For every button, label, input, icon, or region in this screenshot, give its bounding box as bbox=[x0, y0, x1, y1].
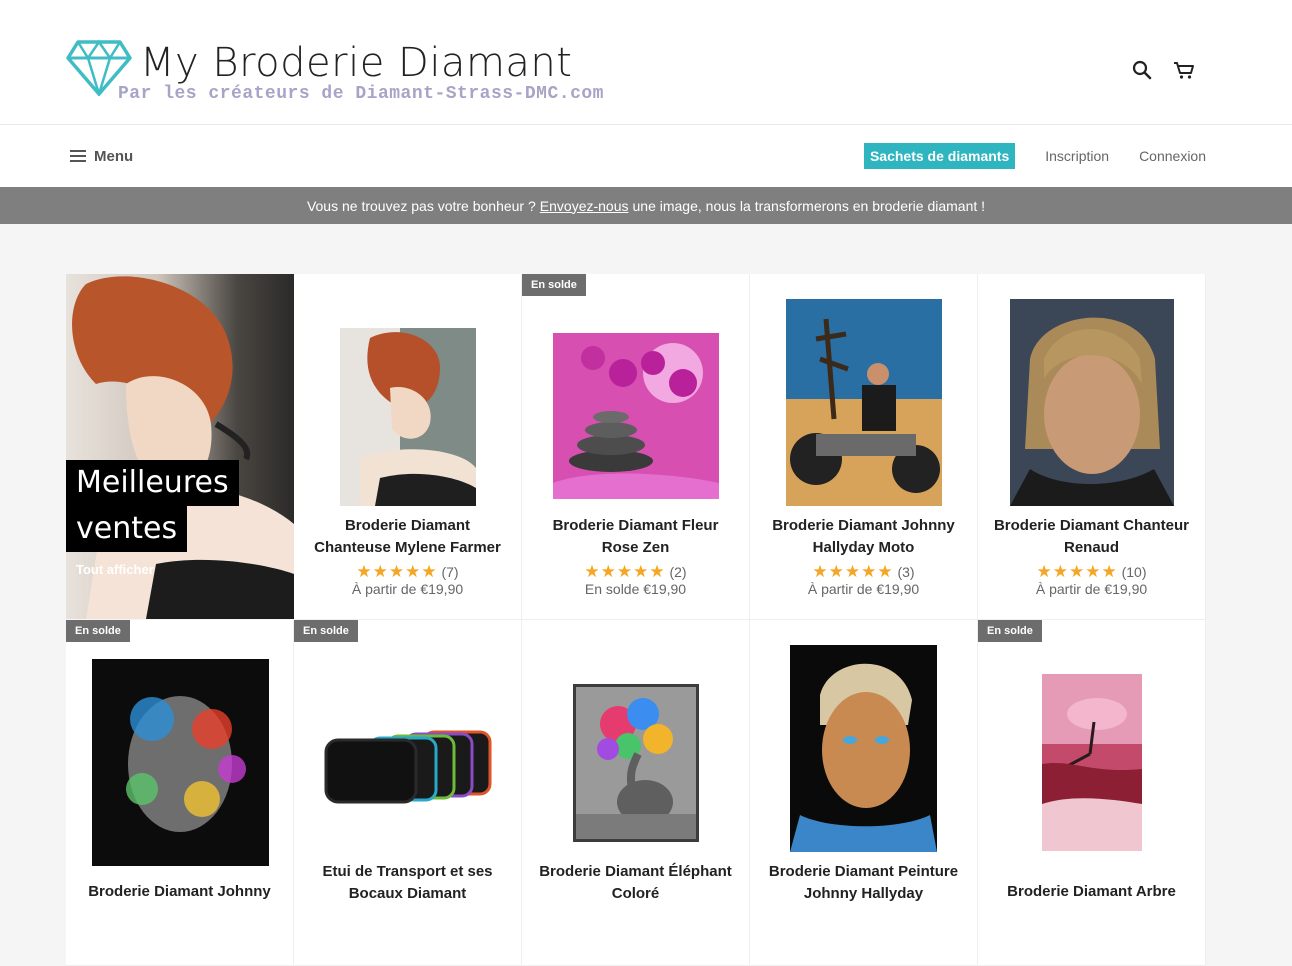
sale-badge: En solde bbox=[522, 274, 586, 296]
star-rating-icon: ★★★★★ bbox=[812, 562, 894, 581]
site-header: My Broderie Diamant Par les créateurs de… bbox=[0, 0, 1292, 125]
nav-links: Sachets de diamants Inscription Connexio… bbox=[863, 143, 1206, 169]
hamburger-icon bbox=[70, 150, 86, 162]
product-title-line1: Broderie Diamant Fleur bbox=[552, 517, 719, 534]
product-image bbox=[92, 659, 269, 866]
product-title-line1: Broderie Diamant bbox=[344, 517, 471, 534]
product-card-mylene[interactable]: Broderie Diamant Chanteuse Mylene Farmer… bbox=[294, 274, 522, 620]
product-image bbox=[324, 730, 492, 804]
product-title-line1: Broderie Diamant Johnny bbox=[88, 883, 271, 900]
product-price: À partir de €19,90 bbox=[1035, 581, 1148, 597]
review-count: (2) bbox=[669, 564, 687, 580]
product-title: Broderie Diamant Chanteur Renaud bbox=[986, 515, 1197, 559]
announcement-text-before: Vous ne trouvez pas votre bonheur ? bbox=[306, 197, 536, 214]
star-rating-icon: ★★★★★ bbox=[1036, 562, 1118, 581]
product-title-line1: Etui de Transport et ses bbox=[322, 863, 493, 880]
product-title-line2: Coloré bbox=[611, 885, 660, 902]
product-image bbox=[1042, 674, 1142, 851]
product-image bbox=[553, 333, 719, 499]
featured-collection[interactable]: Meilleures ventes Tout afficher bbox=[66, 274, 294, 619]
announcement-link[interactable]: Envoyez-nous bbox=[540, 198, 629, 214]
featured-title: Meilleures ventes bbox=[66, 460, 239, 552]
product-image bbox=[1010, 299, 1174, 506]
product-title-line2: Renaud bbox=[1063, 539, 1119, 556]
product-title: Broderie Diamant Fleur Rose Zen bbox=[530, 515, 741, 559]
product-card-etui[interactable]: En solde Etui de Transport et ses Bocaux… bbox=[294, 620, 522, 966]
product-title-line2: Johnny Hallyday bbox=[803, 885, 924, 902]
product-card-renaud[interactable]: Broderie Diamant Chanteur Renaud ★★★★★ (… bbox=[978, 274, 1206, 620]
view-all-link[interactable]: Tout afficher bbox=[76, 562, 154, 577]
product-image bbox=[790, 645, 937, 852]
site-logo[interactable]: My Broderie Diamant Par les créateurs de… bbox=[66, 38, 603, 110]
product-title: Broderie Diamant Johnny Hallyday Moto bbox=[758, 515, 969, 559]
logo-title: My Broderie Diamant bbox=[140, 40, 573, 86]
product-card-johnny-peinture[interactable]: Broderie Diamant Peinture Johnny Hallyda… bbox=[750, 620, 978, 966]
star-rating-icon: ★★★★★ bbox=[584, 562, 666, 581]
nav-link-sachets[interactable]: Sachets de diamants bbox=[863, 143, 1016, 169]
product-title: Broderie Diamant Arbre bbox=[986, 881, 1197, 903]
product-image bbox=[573, 684, 699, 842]
menu-button[interactable]: Menu bbox=[70, 145, 133, 167]
review-count: (3) bbox=[897, 564, 915, 580]
sale-badge: En solde bbox=[294, 620, 358, 642]
product-title-line2: Bocaux Diamant bbox=[348, 885, 467, 902]
sale-badge: En solde bbox=[978, 620, 1042, 642]
product-image bbox=[340, 328, 476, 506]
announcement-text-after: une image, nous la transformerons en bro… bbox=[632, 197, 986, 214]
product-title: Broderie Diamant Johnny bbox=[74, 881, 285, 903]
product-card-arbre[interactable]: En solde Broderie Diamant Arbre bbox=[978, 620, 1206, 966]
product-title: Broderie Diamant Chanteuse Mylene Farmer bbox=[302, 515, 513, 559]
featured-title-line1: Meilleures bbox=[66, 460, 239, 506]
cart-icon[interactable] bbox=[1172, 58, 1196, 82]
product-price: À partir de €19,90 bbox=[807, 581, 920, 597]
product-title-line1: Broderie Diamant Peinture bbox=[768, 863, 959, 880]
review-count: (7) bbox=[441, 564, 459, 580]
product-title: Broderie Diamant Éléphant Coloré bbox=[530, 861, 741, 905]
product-title-line2: Chanteuse Mylene Farmer bbox=[314, 539, 501, 556]
product-title-line1: Broderie Diamant Chanteur bbox=[993, 517, 1190, 534]
product-rating: ★★★★★ (2) bbox=[522, 562, 749, 582]
announcement-bar: Vous ne trouvez pas votre bonheur ? Envo… bbox=[0, 187, 1292, 224]
star-rating-icon: ★★★★★ bbox=[356, 562, 438, 581]
product-rating: ★★★★★ (7) bbox=[294, 562, 521, 582]
search-icon[interactable] bbox=[1130, 58, 1154, 82]
nav-link-connexion[interactable]: Connexion bbox=[1139, 148, 1206, 164]
product-card-fleur[interactable]: En solde Broderie Diamant Fleur Rose Zen… bbox=[522, 274, 750, 620]
product-title: Etui de Transport et ses Bocaux Diamant bbox=[302, 861, 513, 905]
product-title-line2: Hallyday Moto bbox=[812, 539, 915, 556]
product-price: À partir de €19,90 bbox=[351, 581, 464, 597]
product-title-line1: Broderie Diamant Arbre bbox=[1007, 883, 1176, 900]
main-nav: Menu Sachets de diamants Inscription Con… bbox=[0, 125, 1292, 187]
product-title-line1: Broderie Diamant Johnny bbox=[772, 517, 955, 534]
product-card-elephant[interactable]: Broderie Diamant Éléphant Coloré bbox=[522, 620, 750, 966]
product-title: Broderie Diamant Peinture Johnny Hallyda… bbox=[758, 861, 969, 905]
featured-title-line2: ventes bbox=[66, 506, 188, 552]
product-price: En solde €19,90 bbox=[584, 581, 687, 597]
product-image bbox=[786, 299, 942, 506]
product-rating: ★★★★★ (10) bbox=[978, 562, 1205, 582]
product-title-line2: Rose Zen bbox=[601, 539, 670, 556]
nav-link-inscription[interactable]: Inscription bbox=[1045, 148, 1109, 164]
product-card-johnny-moto[interactable]: Broderie Diamant Johnny Hallyday Moto ★★… bbox=[750, 274, 978, 620]
logo-subtitle: Par les créateurs de Diamant-Strass-DMC.… bbox=[118, 84, 604, 104]
product-card-johnny[interactable]: En solde Broderie Diamant Johnny bbox=[66, 620, 294, 966]
product-rating: ★★★★★ (3) bbox=[750, 562, 977, 582]
menu-label: Menu bbox=[94, 147, 134, 165]
product-title-line1: Broderie Diamant Éléphant bbox=[539, 863, 732, 880]
review-count: (10) bbox=[1121, 564, 1147, 580]
sale-badge: En solde bbox=[66, 620, 130, 642]
